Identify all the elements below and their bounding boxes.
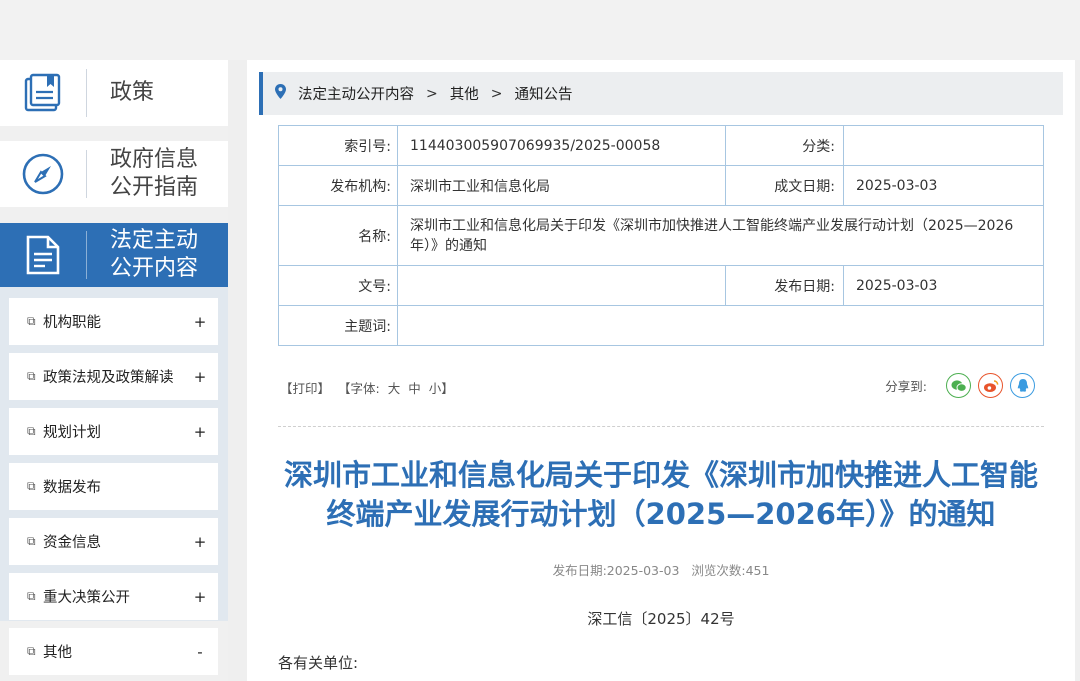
sub-item-label: 其他 — [43, 645, 72, 661]
sub-item-data[interactable]: ⧉ 数据发布 — [9, 463, 218, 510]
expand-toggle[interactable]: + — [188, 313, 212, 331]
copy-icon: ⧉ — [27, 314, 36, 328]
category-label: 分类: — [725, 125, 844, 166]
print-link[interactable]: 【打印】 — [280, 381, 330, 396]
document-meta: 发布日期:2025-03-03 浏览次数:451 — [247, 560, 1075, 579]
qq-icon[interactable] — [1010, 373, 1035, 398]
chevron-right-icon: > — [426, 85, 438, 102]
publisher-label: 发布机构: — [278, 165, 398, 206]
share-bar: 分享到: — [885, 373, 1035, 398]
weibo-icon[interactable] — [978, 373, 1003, 398]
sub-item-label: 重大决策公开 — [43, 590, 130, 606]
nav-label-line: 公开内容 — [110, 256, 199, 281]
font-large-link[interactable]: 大 — [388, 381, 401, 396]
sub-item-label: 资金信息 — [43, 535, 101, 551]
nav-label-line: 公开指南 — [110, 175, 199, 200]
font-medium-link[interactable]: 中 — [408, 381, 421, 396]
nav-statutory-content-label: 法定主动 公开内容 — [87, 227, 198, 283]
expand-toggle[interactable]: + — [188, 423, 212, 441]
sub-item-label: 机构职能 — [43, 315, 101, 331]
sub-item-funds[interactable]: ⧉ 资金信息 + — [9, 518, 218, 565]
written-date-label: 成文日期: — [725, 165, 844, 206]
nav-label-line: 法定主动 — [110, 228, 199, 253]
breadcrumb-link[interactable]: 法定主动公开内容 — [298, 83, 414, 104]
top-bar — [0, 0, 1080, 60]
share-label: 分享到: — [885, 379, 927, 394]
copy-icon: ⧉ — [27, 479, 36, 493]
sub-item-decisions[interactable]: ⧉ 重大决策公开 + — [9, 573, 218, 620]
category-value — [843, 125, 1044, 166]
compass-icon — [0, 141, 86, 207]
copy-icon: ⧉ — [27, 534, 36, 548]
table-row: 文号: 发布日期: 2025-03-03 — [278, 265, 1044, 306]
location-pin-icon — [275, 84, 286, 103]
nav-statutory-content[interactable]: 法定主动 公开内容 — [0, 223, 228, 287]
meta-views-label: 浏览次数: — [691, 563, 746, 578]
name-value: 深圳市工业和信息化局关于印发《深圳市加快推进人工智能终端产业发展行动计划（202… — [397, 205, 1044, 266]
font-small-link[interactable]: 小】 — [429, 381, 454, 396]
table-row: 名称: 深圳市工业和信息化局关于印发《深圳市加快推进人工智能终端产业发展行动计划… — [278, 205, 1044, 266]
font-size-label: 【字体: — [338, 381, 380, 396]
document-icon — [0, 223, 86, 287]
written-date-value: 2025-03-03 — [843, 165, 1044, 206]
breadcrumb-link[interactable]: 通知公告 — [514, 83, 572, 104]
document-number: 深工信〔2025〕42号 — [587, 610, 735, 628]
breadcrumb: 法定主动公开内容 > 其他 > 通知公告 — [259, 72, 1063, 115]
meta-views: 451 — [745, 563, 770, 578]
table-row: 主题词: — [278, 305, 1044, 346]
divider — [278, 426, 1044, 427]
document-title: 深圳市工业和信息化局关于印发《深圳市加快推进人工智能终端产业发展行动计划（202… — [283, 458, 1038, 531]
name-label: 名称: — [278, 205, 398, 266]
publish-date-value: 2025-03-03 — [843, 265, 1044, 306]
nav-disclosure-guide[interactable]: 政府信息 公开指南 — [0, 141, 228, 207]
sub-item-functions[interactable]: ⧉ 机构职能 + — [9, 298, 218, 345]
table-row: 索引号: 114403005907069935/2025-00058 分类: — [278, 125, 1044, 166]
main-content: 法定主动公开内容 > 其他 > 通知公告 索引号: 11440300590706… — [247, 60, 1075, 681]
expand-toggle[interactable]: + — [188, 588, 212, 606]
copy-icon: ⧉ — [27, 369, 36, 383]
sub-item-label: 规划计划 — [43, 425, 101, 441]
index-value: 114403005907069935/2025-00058 — [397, 125, 726, 166]
sub-item-label: 政策法规及政策解读 — [43, 370, 174, 386]
sub-item-plans[interactable]: ⧉ 规划计划 + — [9, 408, 218, 455]
meta-date: 2025-03-03 — [606, 563, 680, 578]
copy-icon: ⧉ — [27, 424, 36, 438]
table-row: 发布机构: 深圳市工业和信息化局 成文日期: 2025-03-03 — [278, 165, 1044, 206]
sub-item-other[interactable]: ⧉ 其他 - — [9, 628, 218, 675]
publish-date-label: 发布日期: — [725, 265, 844, 306]
nav-policy-label: 政策 — [110, 80, 155, 105]
nav-label-line: 政府信息 — [110, 147, 199, 172]
collapse-toggle[interactable]: - — [188, 643, 212, 661]
copy-icon: ⧉ — [27, 589, 36, 603]
wechat-icon[interactable] — [946, 373, 971, 398]
copy-icon: ⧉ — [27, 644, 36, 658]
sidebar: 政策 政府信息 公开指南 法定主动 公开内容 ⧉ 机构职能 + ⧉ 政策法规及政… — [0, 60, 228, 681]
expand-toggle[interactable]: + — [188, 368, 212, 386]
expand-toggle[interactable]: + — [188, 533, 212, 551]
nav-policy[interactable]: 政策 — [0, 60, 228, 126]
keywords-value — [397, 305, 1044, 346]
breadcrumb-link[interactable]: 其他 — [450, 83, 479, 104]
sub-item-label: 数据发布 — [43, 480, 101, 496]
keywords-label: 主题词: — [278, 305, 398, 346]
publisher-value: 深圳市工业和信息化局 — [397, 165, 726, 206]
index-label: 索引号: — [278, 125, 398, 166]
document-greeting: 各有关单位: — [278, 654, 359, 672]
doc-no-value — [397, 265, 726, 306]
info-table: 索引号: 114403005907069935/2025-00058 分类: 发… — [278, 125, 1044, 346]
chevron-right-icon: > — [490, 85, 503, 102]
sub-menu: ⧉ 机构职能 + ⧉ 政策法规及政策解读 + ⧉ 规划计划 + ⧉ 数据发布 ⧉… — [0, 287, 228, 675]
meta-date-label: 发布日期: — [552, 563, 607, 578]
nav-disclosure-guide-label: 政府信息 公开指南 — [87, 146, 198, 202]
sub-item-policies[interactable]: ⧉ 政策法规及政策解读 + — [9, 353, 218, 400]
doc-no-label: 文号: — [278, 265, 398, 306]
article-tools: 【打印】 【字体: 大 中 小】 — [280, 378, 458, 397]
book-icon — [0, 60, 86, 126]
